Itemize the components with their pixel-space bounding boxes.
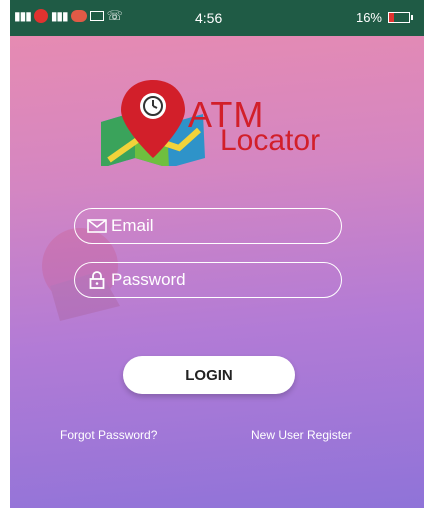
login-button[interactable]: LOGIN	[123, 356, 295, 394]
status-icons-right: 16%	[355, 10, 413, 25]
battery-icon	[388, 12, 413, 23]
lock-icon	[87, 270, 107, 290]
register-link[interactable]: New User Register	[251, 428, 352, 442]
email-placeholder: Email	[111, 216, 154, 235]
signal-icon-2: ▮▮▮	[50, 9, 69, 23]
password-field[interactable]: Password	[74, 262, 342, 298]
email-field[interactable]: Email	[74, 208, 342, 244]
signal-icon: ▮▮▮	[14, 9, 32, 23]
login-screen: ATM Locator Email Password LOGIN Forgot …	[10, 36, 424, 508]
logo-text-locator: Locator	[220, 124, 321, 157]
email-icon	[87, 216, 107, 236]
password-placeholder: Password	[111, 270, 186, 289]
notification-icon	[33, 9, 48, 23]
status-icons-left: ▮▮▮ ▮▮▮ ☏	[14, 8, 123, 24]
message-icon	[89, 11, 104, 21]
battery-percent: 16%	[355, 10, 382, 25]
status-time: 4:56	[195, 10, 223, 26]
call-icon: ☏	[106, 8, 123, 23]
phone-screen: ▮▮▮ ▮▮▮ ☏ 4:56 16% ATM Locator Email Pas…	[10, 0, 424, 508]
app-icon	[70, 10, 87, 22]
forgot-password-link[interactable]: Forgot Password?	[60, 428, 157, 442]
status-bar: ▮▮▮ ▮▮▮ ☏ 4:56 16%	[10, 0, 424, 36]
